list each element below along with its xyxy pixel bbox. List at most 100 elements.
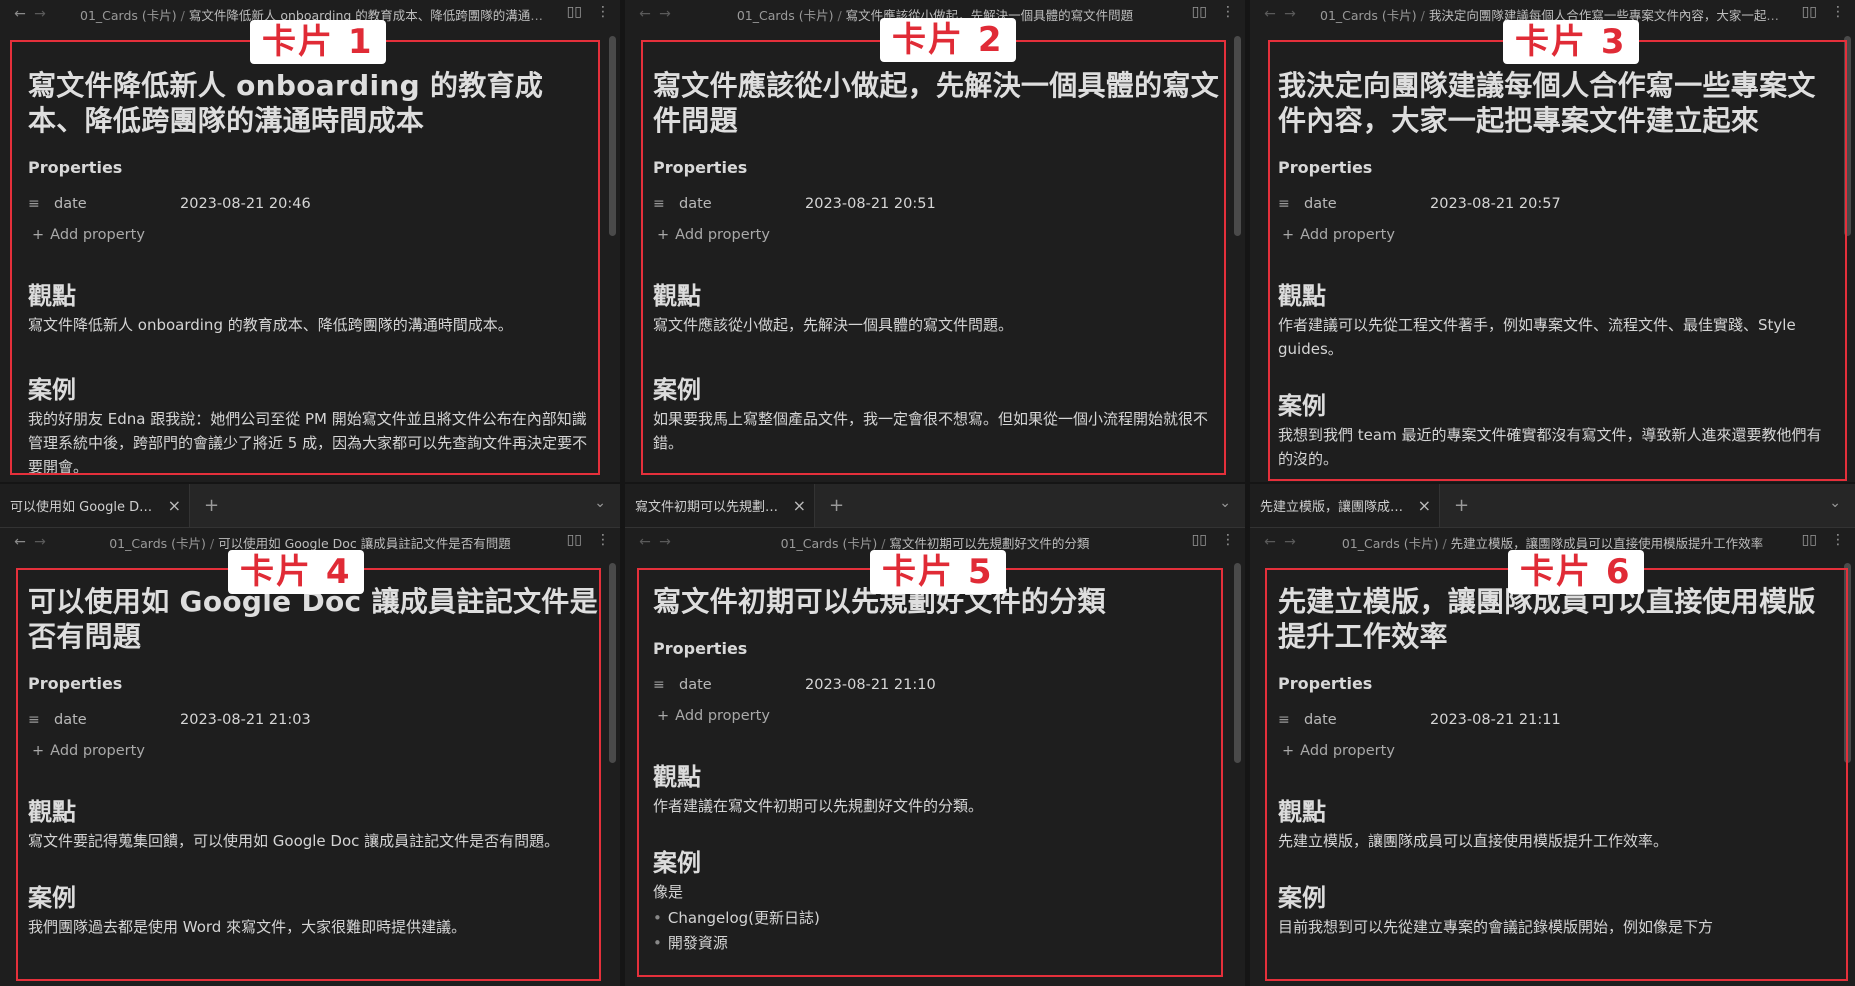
- add-property-button[interactable]: + Add property: [1278, 743, 1833, 759]
- forward-arrow-icon[interactable]: →: [1280, 6, 1300, 22]
- plus-icon: +: [1282, 227, 1295, 243]
- viewpoint-text: 作者建議可以先從工程文件著手，例如專案文件、流程文件、最佳實踐、Style gu…: [1278, 316, 1796, 358]
- property-value[interactable]: 2023-08-21 21:03: [180, 712, 311, 728]
- breadcrumb-folder[interactable]: 01_Cards (卡片): [737, 8, 834, 23]
- chevron-down-icon[interactable]: ⌄: [1829, 495, 1841, 511]
- back-arrow-icon[interactable]: ←: [10, 534, 30, 550]
- more-options-icon[interactable]: ⋮: [1221, 532, 1235, 548]
- more-options-icon[interactable]: ⋮: [596, 532, 610, 548]
- add-property-button[interactable]: + Add property: [653, 227, 1223, 243]
- properties-heading[interactable]: Properties: [653, 158, 1223, 177]
- properties-heading[interactable]: Properties: [28, 674, 598, 693]
- back-arrow-icon[interactable]: ←: [635, 534, 655, 550]
- back-arrow-icon[interactable]: ←: [10, 6, 30, 22]
- forward-arrow-icon[interactable]: →: [655, 534, 675, 550]
- viewpoint-heading: 觀點: [1278, 798, 1326, 826]
- scrollbar[interactable]: [1234, 36, 1241, 236]
- property-row-date[interactable]: ≡ date 2023-08-21 21:03: [28, 707, 598, 733]
- reading-view-icon[interactable]: ▯▯: [567, 532, 582, 548]
- breadcrumb-file[interactable]: 可以使用如 Google Doc 讓成員註記文件是否有問題: [218, 536, 511, 551]
- property-row-date[interactable]: ≡ date 2023-08-21 21:10: [653, 672, 1223, 698]
- note-content: 先建立模版，讓團隊成員可以直接使用模版提升工作效率 Properties ≡ d…: [1250, 556, 1855, 939]
- reading-view-icon[interactable]: ▯▯: [1192, 4, 1207, 20]
- close-icon[interactable]: ×: [793, 496, 806, 515]
- pane-divider[interactable]: [620, 0, 625, 986]
- note-title[interactable]: 可以使用如 Google Doc 讓成員註記文件是否有問題: [28, 584, 598, 654]
- add-property-label: Add property: [1300, 743, 1395, 759]
- scrollbar[interactable]: [609, 563, 616, 763]
- property-value[interactable]: 2023-08-21 21:10: [805, 677, 936, 693]
- tab-bar: 寫文件初期可以先規劃好文件的分類 × + ⌄: [625, 483, 1245, 528]
- property-value[interactable]: 2023-08-21 21:11: [1430, 712, 1561, 728]
- property-row-date[interactable]: ≡ date 2023-08-21 21:11: [1278, 707, 1833, 733]
- property-value[interactable]: 2023-08-21 20:46: [180, 196, 311, 212]
- scrollbar[interactable]: [1844, 36, 1851, 236]
- note-title[interactable]: 寫文件應該從小做起，先解決一個具體的寫文件問題: [653, 68, 1223, 138]
- back-arrow-icon[interactable]: ←: [1260, 6, 1280, 22]
- chevron-down-icon[interactable]: ⌄: [1219, 495, 1231, 511]
- more-options-icon[interactable]: ⋮: [1221, 4, 1235, 20]
- close-icon[interactable]: ×: [168, 496, 181, 515]
- more-options-icon[interactable]: ⋮: [1831, 532, 1845, 548]
- more-options-icon[interactable]: ⋮: [1831, 4, 1845, 20]
- plus-icon: +: [1282, 743, 1295, 759]
- note-title[interactable]: 先建立模版，讓團隊成員可以直接使用模版提升工作效率: [1278, 584, 1833, 654]
- properties-heading[interactable]: Properties: [653, 639, 1223, 658]
- note-title[interactable]: 寫文件降低新人 onboarding 的教育成本、降低跨團隊的溝通時間成本: [28, 68, 598, 138]
- forward-arrow-icon[interactable]: →: [1280, 534, 1300, 550]
- new-tab-plus-icon[interactable]: +: [829, 495, 844, 516]
- property-key[interactable]: date: [1300, 196, 1430, 212]
- new-tab-plus-icon[interactable]: +: [204, 495, 219, 516]
- breadcrumb-file[interactable]: 先建立模版，讓團隊成員可以直接使用模版提升工作效率: [1451, 536, 1764, 551]
- viewpoint-heading: 觀點: [1278, 282, 1326, 310]
- reading-view-icon[interactable]: ▯▯: [1802, 4, 1817, 20]
- tab-active[interactable]: 寫文件初期可以先規劃好文件的分類 ×: [625, 483, 815, 527]
- property-key[interactable]: date: [675, 677, 805, 693]
- tab-active[interactable]: 可以使用如 Google Doc 讓成員註記文件是否有問題 ×: [0, 483, 190, 527]
- add-property-button[interactable]: + Add property: [28, 743, 598, 759]
- new-tab-plus-icon[interactable]: +: [1454, 495, 1469, 516]
- property-key[interactable]: date: [50, 196, 180, 212]
- tab-active[interactable]: 先建立模版，讓團隊成員可以直接使用模版提升工作效率 ×: [1250, 483, 1440, 527]
- forward-arrow-icon[interactable]: →: [655, 6, 675, 22]
- breadcrumb-folder[interactable]: 01_Cards (卡片): [1320, 8, 1417, 23]
- pane-card-2: ← → 01_Cards (卡片) / 寫文件應該從小做起，先解決一個具體的寫文件問…: [625, 0, 1245, 483]
- properties-heading[interactable]: Properties: [28, 158, 598, 177]
- reading-view-icon[interactable]: ▯▯: [1192, 532, 1207, 548]
- close-icon[interactable]: ×: [1418, 496, 1431, 515]
- breadcrumb-file[interactable]: 寫文件初期可以先規劃好文件的分類: [889, 536, 1089, 551]
- reading-view-icon[interactable]: ▯▯: [1802, 532, 1817, 548]
- properties-heading[interactable]: Properties: [1278, 674, 1833, 693]
- note-title[interactable]: 我決定向團隊建議每個人合作寫一些專案文件內容，大家一起把專案文件建立起來: [1278, 68, 1833, 138]
- back-arrow-icon[interactable]: ←: [635, 6, 655, 22]
- breadcrumb-folder[interactable]: 01_Cards (卡片): [109, 536, 206, 551]
- property-value[interactable]: 2023-08-21 20:51: [805, 196, 936, 212]
- scrollbar[interactable]: [1234, 563, 1241, 763]
- property-value[interactable]: 2023-08-21 20:57: [1430, 196, 1561, 212]
- add-property-button[interactable]: + Add property: [28, 227, 598, 243]
- property-row-date[interactable]: ≡ date 2023-08-21 20:57: [1278, 191, 1833, 217]
- chevron-down-icon[interactable]: ⌄: [594, 495, 606, 511]
- property-row-date[interactable]: ≡ date 2023-08-21 20:51: [653, 191, 1223, 217]
- property-row-date[interactable]: ≡ date 2023-08-21 20:46: [28, 191, 598, 217]
- pane-divider[interactable]: [1245, 0, 1250, 986]
- back-arrow-icon[interactable]: ←: [1260, 534, 1280, 550]
- scrollbar[interactable]: [1844, 563, 1851, 763]
- add-property-button[interactable]: + Add property: [1278, 227, 1833, 243]
- reading-view-icon[interactable]: ▯▯: [567, 4, 582, 20]
- forward-arrow-icon[interactable]: →: [30, 6, 50, 22]
- property-key[interactable]: date: [1300, 712, 1430, 728]
- property-key[interactable]: date: [50, 712, 180, 728]
- breadcrumb-folder[interactable]: 01_Cards (卡片): [781, 536, 878, 551]
- note-content: 寫文件應該從小做起，先解決一個具體的寫文件問題 Properties ≡ dat…: [625, 28, 1245, 455]
- properties-heading[interactable]: Properties: [1278, 158, 1833, 177]
- pane-divider[interactable]: [0, 482, 1855, 484]
- scrollbar[interactable]: [609, 36, 616, 236]
- forward-arrow-icon[interactable]: →: [30, 534, 50, 550]
- breadcrumb-folder[interactable]: 01_Cards (卡片): [1342, 536, 1439, 551]
- property-key[interactable]: date: [675, 196, 805, 212]
- pane-card-3: ← → 01_Cards (卡片) / 我決定向團隊建議每個人合作寫一些專案文件內容…: [1250, 0, 1855, 483]
- add-property-button[interactable]: + Add property: [653, 708, 1223, 724]
- breadcrumb-folder[interactable]: 01_Cards (卡片): [80, 8, 177, 23]
- more-options-icon[interactable]: ⋮: [596, 4, 610, 20]
